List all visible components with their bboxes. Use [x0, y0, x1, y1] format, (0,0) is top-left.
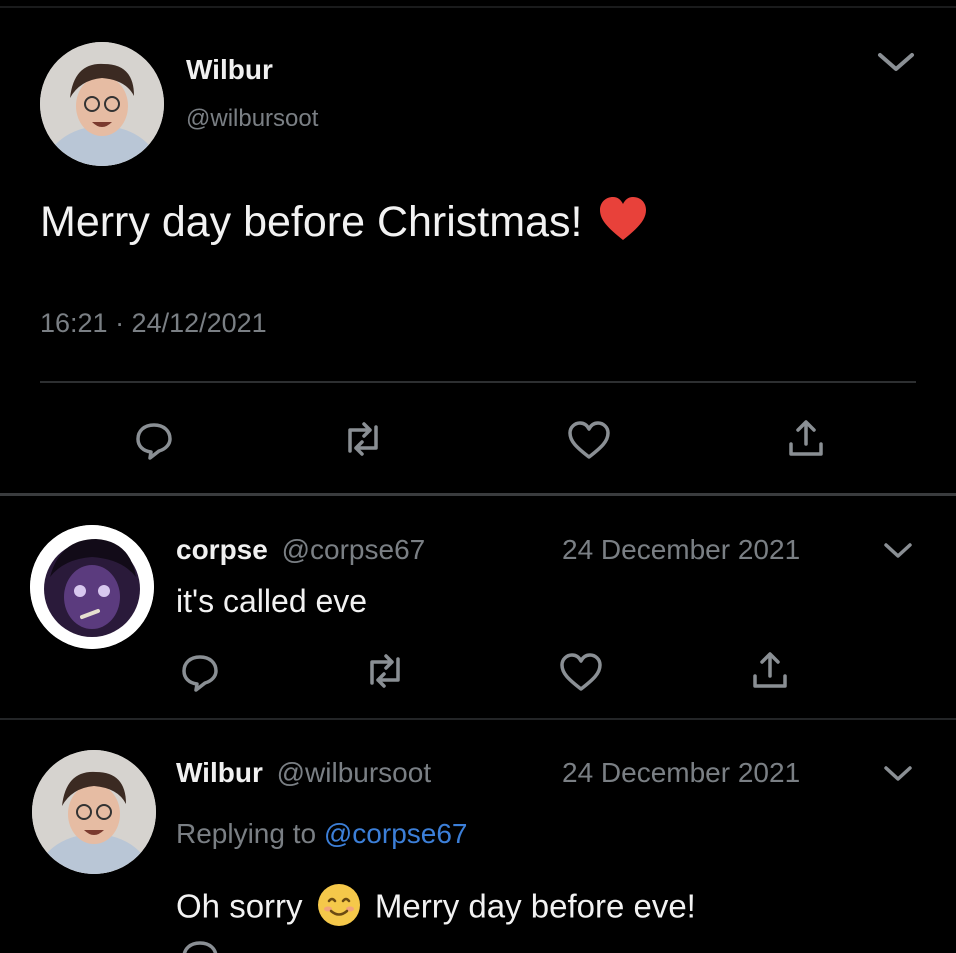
reply-icon[interactable]: [180, 938, 220, 953]
chevron-down-icon[interactable]: [882, 764, 914, 784]
reply-icon[interactable]: [134, 420, 174, 460]
share-icon[interactable]: [786, 418, 826, 460]
reply-text-before: Oh sorry: [176, 887, 303, 925]
reply-text: it's called eve: [176, 583, 368, 619]
avatar[interactable]: [32, 750, 156, 874]
replying-to-handle[interactable]: @corpse67: [324, 818, 468, 849]
reply-divider: [0, 718, 956, 720]
chevron-down-icon[interactable]: [882, 541, 914, 561]
share-icon[interactable]: [750, 650, 790, 692]
retweet-icon[interactable]: [340, 418, 386, 460]
retweet-icon[interactable]: [362, 650, 408, 692]
reply-icon[interactable]: [180, 652, 220, 692]
avatar[interactable]: [30, 525, 154, 649]
like-icon[interactable]: [566, 420, 612, 460]
replying-to: Replying to @corpse67: [176, 818, 467, 850]
avatar[interactable]: [40, 42, 164, 166]
tweet-text-content: Merry day before Christmas!: [40, 197, 583, 246]
author-handle[interactable]: @wilbursoot: [186, 105, 318, 133]
chevron-down-icon[interactable]: [876, 50, 916, 74]
replying-to-label: Replying to: [176, 818, 317, 849]
top-divider: [0, 6, 956, 8]
tweet-timestamp[interactable]: 16:21 · 24/12/2021: [40, 308, 267, 339]
author-name[interactable]: Wilbur: [176, 757, 263, 788]
reply-header: Wilbur @wilbursoot: [176, 757, 431, 789]
author-handle[interactable]: @corpse67: [282, 534, 426, 565]
reply-header: corpse @corpse67: [176, 534, 425, 566]
reply-date[interactable]: 24 December 2021: [562, 534, 800, 566]
tweet-divider: [0, 493, 956, 496]
author-name[interactable]: Wilbur: [186, 54, 273, 86]
reply-text-after: Merry day before eve!: [374, 887, 696, 925]
heart-emoji: [598, 196, 648, 253]
like-icon[interactable]: [558, 652, 604, 692]
tweet-text: Merry day before Christmas!: [40, 196, 648, 253]
author-handle[interactable]: @wilbursoot: [277, 757, 431, 788]
reply-date[interactable]: 24 December 2021: [562, 757, 800, 789]
reply-text: Oh sorry Merry day before eve!: [176, 882, 696, 936]
smile-emoji: [316, 882, 362, 936]
author-name[interactable]: corpse: [176, 534, 268, 565]
actions-divider: [40, 381, 916, 383]
